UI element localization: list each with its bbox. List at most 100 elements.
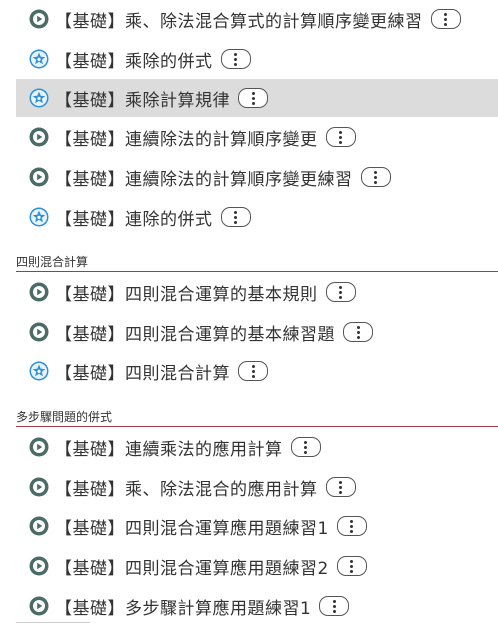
- lesson-title[interactable]: 【基礎】連除的併式: [55, 205, 213, 230]
- play-icon: [29, 596, 49, 616]
- lesson-item[interactable]: 【基礎】乘、除法混合算式的計算順序變更練習: [16, 0, 498, 38]
- more-dot-icon: [251, 374, 255, 378]
- more-options-button[interactable]: [220, 49, 251, 69]
- lesson-item[interactable]: 【基礎】乘除計算規律: [16, 79, 498, 117]
- more-dot-icon: [356, 330, 360, 334]
- lesson-title[interactable]: 【基礎】四則混合運算應用題練習2: [55, 554, 329, 579]
- more-dot-icon: [356, 335, 360, 339]
- lesson-title[interactable]: 【基礎】連續除法的計算順序變更練習: [55, 165, 353, 190]
- more-dot-icon: [350, 569, 354, 573]
- star-icon: [29, 49, 49, 69]
- lesson-title[interactable]: 【基礎】乘、除法混合的應用計算: [55, 475, 318, 500]
- more-options-button[interactable]: [336, 516, 367, 536]
- more-dot-icon: [332, 599, 336, 603]
- play-icon: [29, 282, 49, 302]
- more-options-button[interactable]: [360, 167, 391, 187]
- more-dot-icon: [339, 295, 342, 299]
- more-dot-icon: [332, 609, 336, 613]
- play-icon: [29, 127, 49, 147]
- more-options-button[interactable]: [325, 127, 356, 147]
- lesson-title[interactable]: 【基礎】乘除計算規律: [55, 86, 230, 111]
- more-dot-icon: [234, 57, 237, 61]
- more-dot-icon: [350, 524, 354, 528]
- lesson-item[interactable]: 【基礎】連續乘法的應用計算: [16, 428, 498, 466]
- more-dot-icon: [350, 564, 354, 568]
- lesson-item[interactable]: 【基礎】連續除法的計算順序變更練習: [16, 158, 498, 196]
- more-dot-icon: [251, 364, 255, 368]
- section-header: 四則混合計算: [16, 254, 498, 272]
- bottom-divider: [16, 622, 90, 623]
- more-options-button[interactable]: [238, 361, 268, 381]
- lesson-item[interactable]: 【基礎】乘除的併式: [16, 40, 498, 78]
- more-dot-icon: [234, 52, 237, 56]
- more-options-button[interactable]: [325, 282, 356, 302]
- lesson-item[interactable]: 【基礎】多步驟計算應用題練習1: [16, 587, 498, 625]
- play-icon: [29, 477, 49, 497]
- more-dot-icon: [339, 130, 342, 134]
- star-icon: [29, 207, 49, 227]
- more-dot-icon: [251, 101, 255, 105]
- more-dot-icon: [374, 180, 377, 184]
- more-dot-icon: [444, 22, 447, 26]
- more-dot-icon: [304, 450, 307, 454]
- section-header: 多步驟問題的併式: [16, 409, 498, 427]
- lesson-title[interactable]: 【基礎】連續除法的計算順序變更: [55, 125, 318, 150]
- play-icon: [29, 9, 49, 29]
- more-options-button[interactable]: [238, 88, 268, 108]
- lesson-item[interactable]: 【基礎】四則混合計算: [16, 352, 498, 390]
- more-dot-icon: [339, 480, 342, 484]
- more-dot-icon: [234, 215, 237, 219]
- more-dot-icon: [350, 559, 354, 563]
- play-icon: [29, 437, 49, 457]
- more-dot-icon: [339, 290, 342, 294]
- lesson-item[interactable]: 【基礎】四則混合運算應用題練習1: [16, 507, 498, 545]
- more-dot-icon: [251, 96, 255, 100]
- more-dot-icon: [234, 210, 237, 214]
- more-dot-icon: [374, 170, 377, 174]
- more-dot-icon: [339, 285, 342, 289]
- lesson-title[interactable]: 【基礎】四則混合計算: [55, 359, 230, 384]
- star-icon: [29, 361, 49, 381]
- more-dot-icon: [339, 485, 342, 489]
- play-icon: [29, 167, 49, 187]
- more-dot-icon: [304, 440, 307, 444]
- lesson-item[interactable]: 【基礎】連續除法的計算順序變更: [16, 118, 498, 156]
- lesson-item[interactable]: 【基礎】連除的併式: [16, 198, 498, 236]
- more-dot-icon: [234, 220, 237, 224]
- lesson-title[interactable]: 【基礎】連續乘法的應用計算: [55, 435, 283, 460]
- more-dot-icon: [350, 519, 354, 523]
- more-dot-icon: [339, 135, 342, 139]
- star-icon: [29, 88, 49, 108]
- play-icon: [29, 322, 49, 342]
- more-dot-icon: [374, 175, 377, 179]
- lesson-title[interactable]: 【基礎】乘、除法混合算式的計算順序變更練習: [55, 7, 423, 32]
- more-dot-icon: [332, 604, 336, 608]
- lesson-item[interactable]: 【基礎】四則混合運算的基本規則: [16, 273, 498, 311]
- lesson-title[interactable]: 【基礎】四則混合運算應用題練習1: [55, 514, 329, 539]
- more-options-button[interactable]: [220, 207, 251, 227]
- more-dot-icon: [444, 12, 447, 16]
- more-dot-icon: [356, 325, 360, 329]
- lesson-title[interactable]: 【基礎】多步驟計算應用題練習1: [55, 594, 311, 619]
- lesson-item[interactable]: 【基礎】四則混合運算的基本練習題: [16, 313, 498, 351]
- play-icon: [29, 516, 49, 536]
- more-options-button[interactable]: [336, 556, 367, 576]
- play-icon: [29, 556, 49, 576]
- more-dot-icon: [339, 490, 342, 494]
- more-dot-icon: [304, 445, 307, 449]
- lesson-item[interactable]: 【基礎】四則混合運算應用題練習2: [16, 547, 498, 585]
- more-options-button[interactable]: [319, 596, 350, 616]
- more-dot-icon: [339, 140, 342, 144]
- more-dot-icon: [251, 369, 255, 373]
- more-options-button[interactable]: [290, 437, 321, 457]
- more-options-button[interactable]: [325, 477, 356, 497]
- more-options-button[interactable]: [430, 9, 461, 29]
- more-dot-icon: [234, 62, 237, 66]
- more-options-button[interactable]: [343, 322, 373, 342]
- more-dot-icon: [251, 91, 255, 95]
- lesson-title[interactable]: 【基礎】四則混合運算的基本規則: [55, 280, 318, 305]
- more-dot-icon: [350, 529, 354, 533]
- lesson-title[interactable]: 【基礎】四則混合運算的基本練習題: [55, 320, 335, 345]
- lesson-item[interactable]: 【基礎】乘、除法混合的應用計算: [16, 468, 498, 506]
- lesson-title[interactable]: 【基礎】乘除的併式: [55, 47, 213, 72]
